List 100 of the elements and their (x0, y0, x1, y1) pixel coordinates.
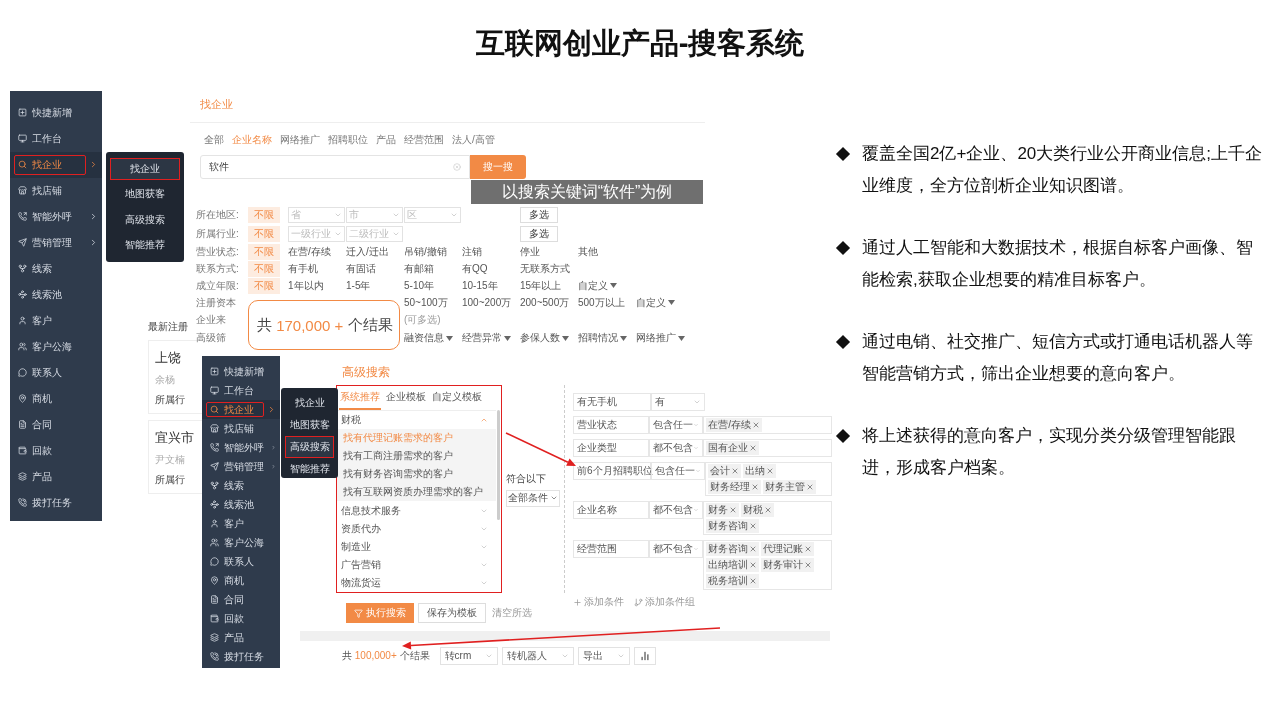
template-tab[interactable]: 企业模板 (385, 386, 427, 410)
multi-select-button[interactable]: 多选 (520, 225, 558, 242)
category-item[interactable]: 财税 (337, 411, 496, 430)
filter-option[interactable]: 15年以上 (520, 278, 562, 293)
filter-option[interactable]: 200~500万 (520, 295, 570, 310)
condition-field[interactable]: 营业状态 (573, 416, 650, 434)
filter-option[interactable]: 在营/存续 (288, 244, 331, 259)
template-item[interactable]: 找有财务咨询需求的客户 (337, 465, 496, 484)
filter-option[interactable]: 1-5年 (346, 278, 371, 293)
sidebar-item[interactable]: 营销管理 (10, 229, 102, 256)
menu-item[interactable]: 找企业 (285, 392, 334, 414)
menu-item[interactable]: 智能推荐 (285, 458, 334, 480)
sidebar-item[interactable]: 联系人 (10, 359, 102, 386)
multi-select-button[interactable]: 多选 (520, 206, 558, 223)
category-item[interactable]: 信息技术服务 (337, 501, 496, 520)
remove-icon[interactable] (749, 522, 758, 530)
filter-dropdown[interactable]: 网络推广 (636, 331, 694, 345)
sidebar-item[interactable]: 线索 (202, 476, 280, 496)
search-tab[interactable]: 经营范围 (404, 133, 444, 147)
sidebar-item[interactable]: 回款 (10, 437, 102, 464)
remove-icon[interactable] (806, 483, 814, 491)
menu-item[interactable]: 智能推荐 (110, 234, 180, 257)
sidebar-item[interactable]: 智能外呼 (10, 203, 102, 230)
condition-field[interactable]: 前6个月招聘职位 (573, 462, 651, 480)
operator-select[interactable]: 都不包含 (649, 540, 704, 558)
sidebar-item[interactable]: 找店铺 (202, 419, 280, 439)
remove-icon[interactable] (749, 577, 758, 585)
filter-option[interactable]: 注销 (462, 244, 482, 259)
sidebar-item[interactable]: 商机 (202, 571, 280, 591)
remove-icon[interactable] (766, 467, 774, 475)
sidebar-item[interactable]: 客户公海 (202, 533, 280, 553)
filter-option[interactable]: 有手机 (288, 261, 318, 276)
sidebar-item[interactable]: 线索池 (10, 281, 102, 308)
action-select[interactable]: 转机器人 (502, 647, 575, 665)
filter-option[interactable]: 有QQ (462, 261, 488, 276)
sidebar-item[interactable]: 合同 (202, 590, 280, 610)
remove-icon[interactable] (751, 483, 759, 491)
menu-item[interactable]: 地图获客 (110, 183, 180, 206)
condition-field[interactable]: 经营范围 (573, 540, 650, 558)
chart-button[interactable] (634, 647, 657, 665)
sidebar-item[interactable]: 合同 (10, 411, 102, 438)
value-field[interactable]: 国有企业 (703, 439, 832, 457)
sidebar-item[interactable]: 客户公海 (10, 333, 102, 360)
remove-icon[interactable] (749, 561, 758, 569)
template-item[interactable]: 找有工商注册需求的客户 (337, 447, 496, 466)
sidebar-item[interactable]: 快捷新增 (10, 99, 102, 126)
condition-field[interactable]: 有无手机 (573, 393, 651, 411)
template-tab[interactable]: 自定义模板 (431, 386, 483, 410)
filter-dropdown[interactable]: 自定义 (636, 295, 694, 310)
template-item[interactable]: 找有互联网资质办理需求的客户 (337, 483, 496, 502)
sidebar-item[interactable]: 找企业 (202, 400, 280, 420)
sidebar-item[interactable]: 拨打任务 (10, 489, 102, 516)
menu-item[interactable]: 高级搜索 (285, 436, 334, 458)
category-item[interactable]: 广告营销 (337, 555, 496, 574)
menu-item[interactable]: 地图获客 (285, 414, 334, 436)
search-field[interactable]: 软件 (200, 155, 470, 179)
filter-option[interactable]: 无联系方式 (520, 261, 570, 276)
remove-icon[interactable] (749, 545, 758, 553)
scrollbar[interactable] (497, 410, 500, 520)
filter-option[interactable]: 50~100万 (404, 295, 448, 310)
sidebar-item[interactable]: 拨打任务 (202, 647, 280, 667)
sidebar-item[interactable]: 线索池 (202, 495, 280, 515)
operator-select[interactable]: 都不包含 (649, 439, 704, 457)
operator-select[interactable]: 有 (651, 393, 705, 411)
value-field[interactable]: 会计 出纳 财务经理 财务主管 (705, 462, 832, 496)
operator-select[interactable]: 都不包含 (649, 501, 704, 519)
filter-dropdown[interactable]: 经营异常 (462, 331, 520, 345)
remove-icon[interactable] (731, 467, 739, 475)
sidebar-item[interactable]: 客户 (202, 514, 280, 534)
save-template-button[interactable]: 保存为模板 (418, 603, 486, 623)
operator-select[interactable]: 包含任一 (651, 462, 705, 480)
value-field[interactable]: 在营/存续 (703, 416, 832, 434)
remove-icon[interactable] (804, 561, 813, 569)
search-tab[interactable]: 产品 (376, 133, 396, 147)
value-field[interactable]: 财务 财税 财务咨询 (703, 501, 832, 535)
value-field[interactable]: 财务咨询 代理记账 出纳培训 财务审计 税务培训 (703, 540, 832, 590)
sidebar-item[interactable]: 产品 (10, 463, 102, 490)
filter-option[interactable]: 10-15年 (462, 278, 498, 293)
filter-dropdown[interactable]: 自定义 (578, 278, 636, 293)
remove-icon[interactable] (764, 506, 773, 514)
action-select[interactable]: 转crm (439, 647, 499, 665)
search-tab[interactable]: 全部 (204, 133, 224, 147)
category-item[interactable]: 物流货运 (337, 573, 496, 592)
sidebar-item[interactable]: 快捷新增 (202, 362, 280, 382)
remove-icon[interactable] (729, 506, 738, 514)
search-tab[interactable]: 招聘职位 (328, 133, 368, 147)
filter-option[interactable]: 有邮箱 (404, 261, 434, 276)
filter-option[interactable]: 500万以上 (578, 295, 625, 310)
filter-option[interactable]: 100~200万 (462, 295, 512, 310)
category-item[interactable]: 制造业 (337, 537, 496, 556)
sidebar-item[interactable]: 产品 (202, 628, 280, 648)
search-tab[interactable]: 法人/高管 (452, 133, 495, 147)
action-select[interactable]: 导出 (578, 647, 631, 665)
filter-dropdown[interactable]: 招聘情况 (578, 331, 636, 345)
filter-option[interactable]: 有固话 (346, 261, 376, 276)
sidebar-item[interactable]: 线索 (10, 255, 102, 282)
filter-option[interactable]: 1年以内 (288, 278, 324, 293)
remove-icon[interactable] (752, 421, 760, 429)
sidebar-item[interactable]: 商机 (10, 385, 102, 412)
sidebar-item[interactable]: 找企业 (10, 151, 102, 178)
